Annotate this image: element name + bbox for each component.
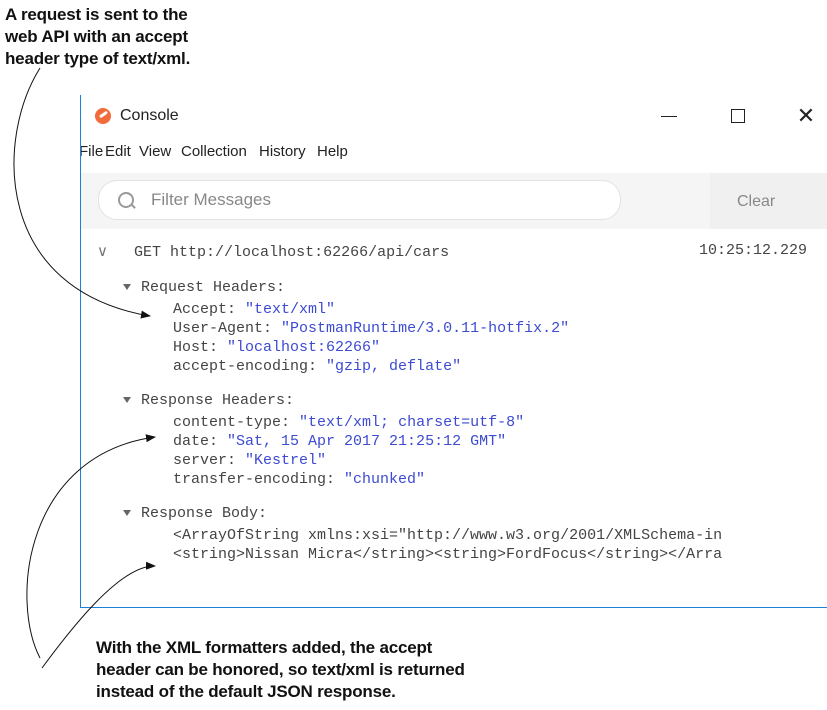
callout-arrow-accept (13, 67, 151, 319)
callout-arrow-body (41, 561, 156, 669)
callout-arrows (13, 67, 156, 669)
callout-arrow-content-type (26, 434, 156, 659)
